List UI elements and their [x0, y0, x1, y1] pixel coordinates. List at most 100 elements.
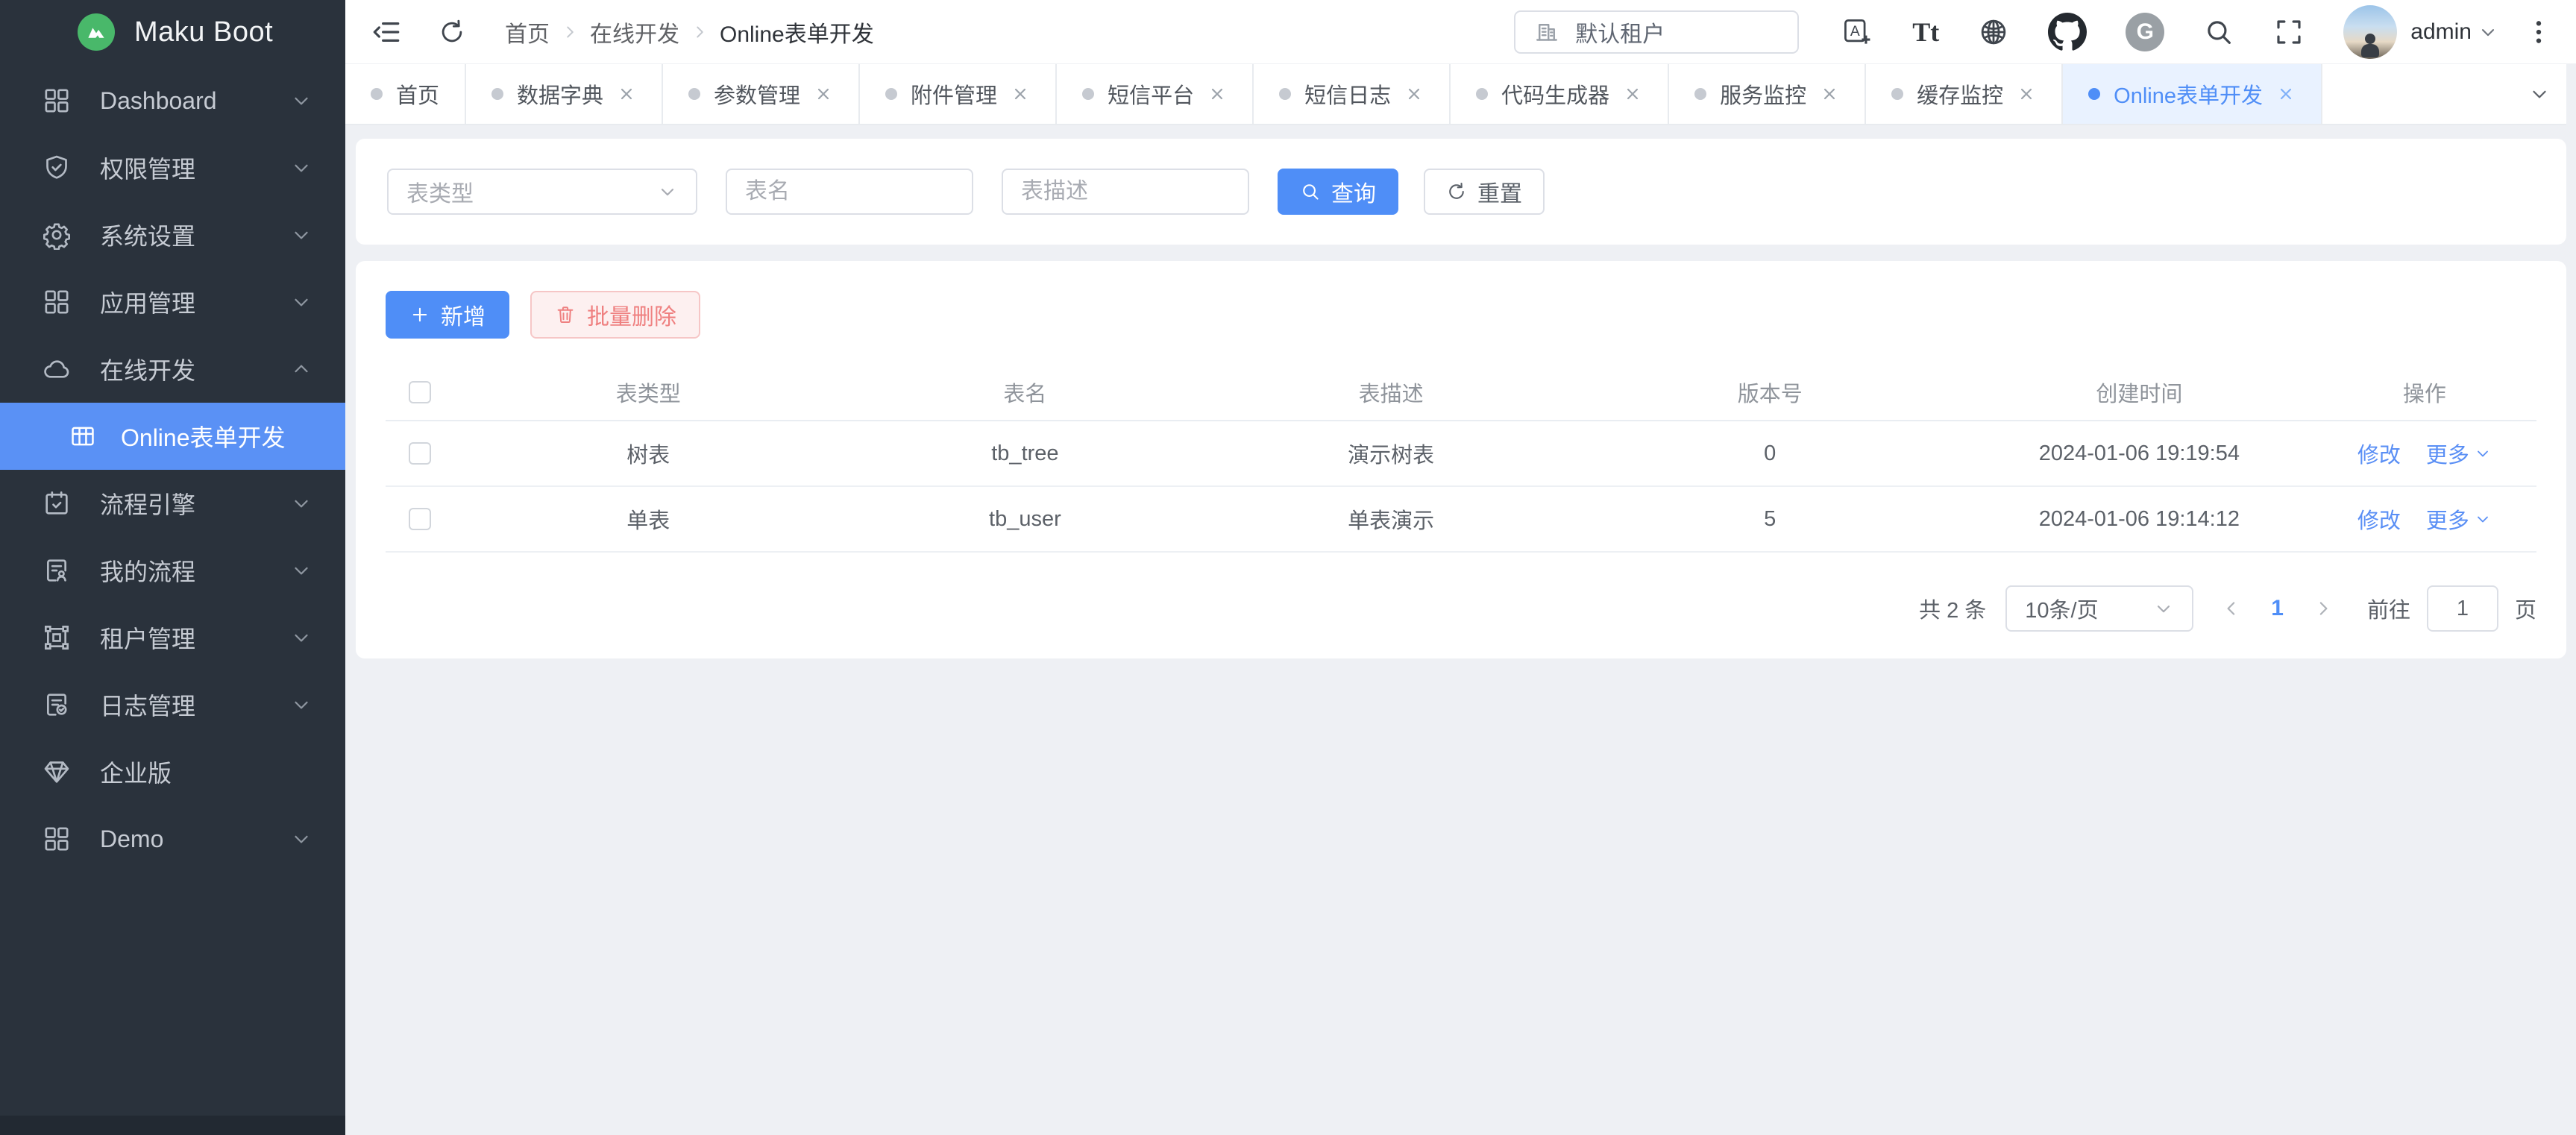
font-size-icon[interactable]: Tt: [1912, 16, 1939, 48]
sidebar-item-tenant-management[interactable]: 租户管理: [0, 604, 345, 671]
sidebar-item-permission[interactable]: 权限管理: [0, 134, 345, 201]
prev-page-icon[interactable]: [2220, 597, 2243, 620]
chevron-down-icon[interactable]: [2478, 22, 2498, 43]
breadcrumb: 首页 在线开发 Online表单开发: [505, 16, 874, 48]
tab-dot: [2088, 88, 2100, 100]
tab-data-dict[interactable]: 数据字典: [466, 64, 663, 124]
row-checkbox[interactable]: [409, 442, 431, 465]
add-button[interactable]: 新增: [386, 291, 509, 339]
sidebar-item-dashboard[interactable]: Dashboard: [0, 67, 345, 134]
row-checkbox[interactable]: [409, 508, 431, 530]
table-name-input[interactable]: [726, 169, 973, 215]
goto-page-input[interactable]: [2427, 585, 2498, 632]
next-page-icon[interactable]: [2312, 597, 2334, 620]
header-icon-group: A Tt G: [1841, 13, 2343, 51]
tab-sms-log[interactable]: 短信日志: [1254, 64, 1451, 124]
tab-attachment[interactable]: 附件管理: [860, 64, 1057, 124]
sidebar: Maku Boot Dashboard 权限管理 系统设置 应用管理 在线开发: [0, 0, 345, 1135]
tenant-select-value: 默认租户: [1575, 16, 1665, 48]
tab-code-generator[interactable]: 代码生成器: [1451, 64, 1669, 124]
close-icon[interactable]: [2276, 84, 2296, 104]
refresh-icon[interactable]: [438, 18, 466, 46]
grid-icon: [42, 824, 72, 854]
language-globe-icon[interactable]: [1978, 16, 2009, 48]
building-icon: [1533, 19, 1560, 45]
breadcrumb-current: Online表单开发: [720, 16, 874, 48]
sidebar-subitem-online-form[interactable]: Online表单开发: [0, 403, 345, 470]
refresh-icon: [1446, 181, 1467, 202]
sidebar-item-app-management[interactable]: 应用管理: [0, 268, 345, 336]
chevron-down-icon: [290, 224, 312, 246]
sidebar-item-my-workflow[interactable]: 我的流程: [0, 537, 345, 604]
table-desc-input[interactable]: [1002, 169, 1249, 215]
sidebar-collapse-strip[interactable]: [0, 1116, 345, 1135]
edit-link[interactable]: 修改: [2357, 503, 2401, 535]
close-icon[interactable]: [1207, 84, 1227, 104]
sidebar-menu: Dashboard 权限管理 系统设置 应用管理 在线开发 Online表单开发: [0, 67, 345, 873]
tab-sms-platform[interactable]: 短信平台: [1057, 64, 1254, 124]
close-icon[interactable]: [1404, 84, 1424, 104]
sidebar-item-enterprise[interactable]: 企业版: [0, 738, 345, 805]
tab-list-dropdown[interactable]: [2513, 64, 2566, 124]
sidebar-item-workflow-engine[interactable]: 流程引擎: [0, 470, 345, 537]
chevron-up-icon: [290, 358, 312, 380]
sidebar-item-online-dev[interactable]: 在线开发: [0, 336, 345, 403]
github-icon[interactable]: [2048, 13, 2087, 51]
breadcrumb-online-dev[interactable]: 在线开发: [590, 16, 679, 48]
trash-icon: [554, 304, 577, 326]
current-page[interactable]: 1: [2271, 596, 2284, 621]
kebab-menu-icon[interactable]: [2524, 17, 2554, 47]
translate-icon[interactable]: A: [1841, 16, 1873, 48]
query-button[interactable]: 查询: [1278, 169, 1398, 215]
more-link[interactable]: 更多: [2426, 438, 2492, 469]
tenant-select[interactable]: 默认租户: [1514, 10, 1799, 54]
tab-service-monitor[interactable]: 服务监控: [1669, 64, 1866, 124]
user-name[interactable]: admin: [2410, 19, 2472, 45]
table-row: 树表 tb_tree 演示树表 0 2024-01-06 19:19:54 修改…: [386, 421, 2536, 486]
breadcrumb-home[interactable]: 首页: [505, 16, 550, 48]
chevron-down-icon: [290, 89, 312, 112]
tab-online-form[interactable]: Online表单开发: [2063, 64, 2322, 124]
col-header-actions: 操作: [2313, 364, 2536, 421]
tab-param-mgmt[interactable]: 参数管理: [663, 64, 860, 124]
cell-desc: 单表演示: [1208, 486, 1574, 552]
page-size-select[interactable]: 10条/页: [2005, 585, 2193, 632]
col-header-desc: 表描述: [1208, 364, 1574, 421]
col-header-created: 创建时间: [1966, 364, 2313, 421]
cell-type: 树表: [454, 421, 842, 486]
app-logo[interactable]: Maku Boot: [0, 0, 345, 64]
search-icon[interactable]: [2203, 16, 2234, 48]
close-icon[interactable]: [2017, 84, 2036, 104]
chevron-down-icon: [290, 694, 312, 716]
fullscreen-icon[interactable]: [2273, 16, 2305, 48]
close-icon[interactable]: [1623, 84, 1642, 104]
close-icon[interactable]: [814, 84, 833, 104]
svg-text:A: A: [1850, 24, 1860, 40]
table-type-placeholder: 表类型: [406, 175, 474, 208]
tab-dot: [885, 88, 897, 100]
gitee-icon[interactable]: G: [2126, 13, 2164, 51]
sidebar-item-system-settings[interactable]: 系统设置: [0, 201, 345, 268]
sidebar-item-log-management[interactable]: 日志管理: [0, 671, 345, 738]
table-card: 新增 批量删除 表类型 表名 表描述: [356, 261, 2566, 658]
edit-link[interactable]: 修改: [2357, 438, 2401, 469]
col-header-version: 版本号: [1574, 364, 1966, 421]
select-all-checkbox[interactable]: [409, 381, 431, 403]
tab-cache-monitor[interactable]: 缓存监控: [1866, 64, 2063, 124]
tab-home[interactable]: 首页: [345, 64, 466, 124]
table-type-select[interactable]: 表类型: [387, 169, 697, 215]
reset-button[interactable]: 重置: [1424, 169, 1545, 215]
table-header-row: 表类型 表名 表描述 版本号 创建时间 操作: [386, 364, 2536, 421]
sidebar-item-demo[interactable]: Demo: [0, 805, 345, 873]
main-area: 首页 在线开发 Online表单开发 默认租户 A Tt: [345, 0, 2576, 1135]
more-link[interactable]: 更多: [2426, 503, 2492, 535]
avatar[interactable]: [2343, 5, 2397, 59]
sidebar-fold-icon[interactable]: [371, 16, 402, 48]
data-table: 表类型 表名 表描述 版本号 创建时间 操作 树表 tb_tree 演示树表: [386, 364, 2536, 553]
goto-label: 前往: [2367, 593, 2410, 624]
batch-delete-button[interactable]: 批量删除: [530, 291, 700, 339]
chevron-right-icon: [690, 22, 709, 42]
close-icon[interactable]: [1011, 84, 1030, 104]
close-icon[interactable]: [1820, 84, 1839, 104]
close-icon[interactable]: [617, 84, 636, 104]
